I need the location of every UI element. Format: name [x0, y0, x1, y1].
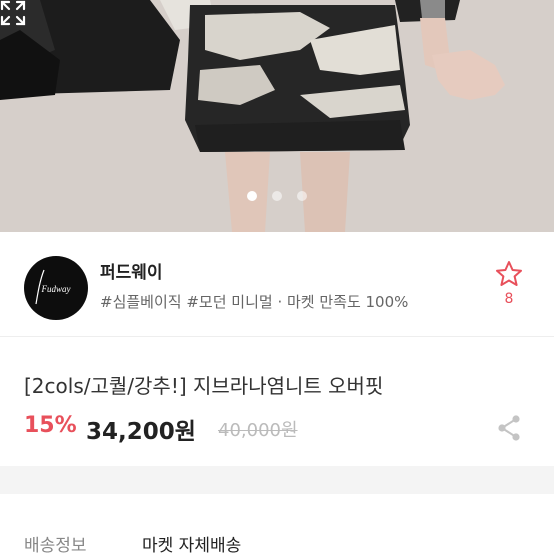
share-icon[interactable]: [496, 414, 522, 442]
carousel-indicator: [0, 191, 554, 203]
shop-name[interactable]: 퍼드웨이: [100, 258, 163, 283]
carousel-dot[interactable]: [297, 191, 307, 201]
product-image-carousel[interactable]: [0, 0, 554, 232]
carousel-dot-active[interactable]: [247, 191, 257, 201]
svg-text:Fudway: Fudway: [41, 284, 71, 294]
shop-logo[interactable]: Fudway: [24, 256, 88, 320]
shop-tags: #심플베이직 #모던 미니멀 · 마켓 만족도 100%: [100, 293, 409, 311]
discount-rate: 15%: [24, 413, 77, 438]
shipping-label: 배송정보: [24, 536, 87, 556]
star-outline-icon: [496, 261, 522, 286]
original-price: 40,000원: [218, 420, 298, 441]
favorite-button[interactable]: 8: [494, 259, 524, 309]
carousel-dot[interactable]: [272, 191, 282, 201]
product-title: [2cols/고퀄/강추!] 지브라나염니트 오버핏: [24, 374, 384, 398]
sale-price: 34,200원: [86, 419, 196, 445]
favorite-count: 8: [504, 291, 514, 307]
section-divider: [0, 336, 554, 337]
shop-logo-mark: Fudway: [35, 269, 71, 305]
section-separator: [0, 466, 554, 494]
expand-icon[interactable]: [0, 0, 26, 26]
shipping-value: 마켓 자체배송: [142, 536, 242, 556]
